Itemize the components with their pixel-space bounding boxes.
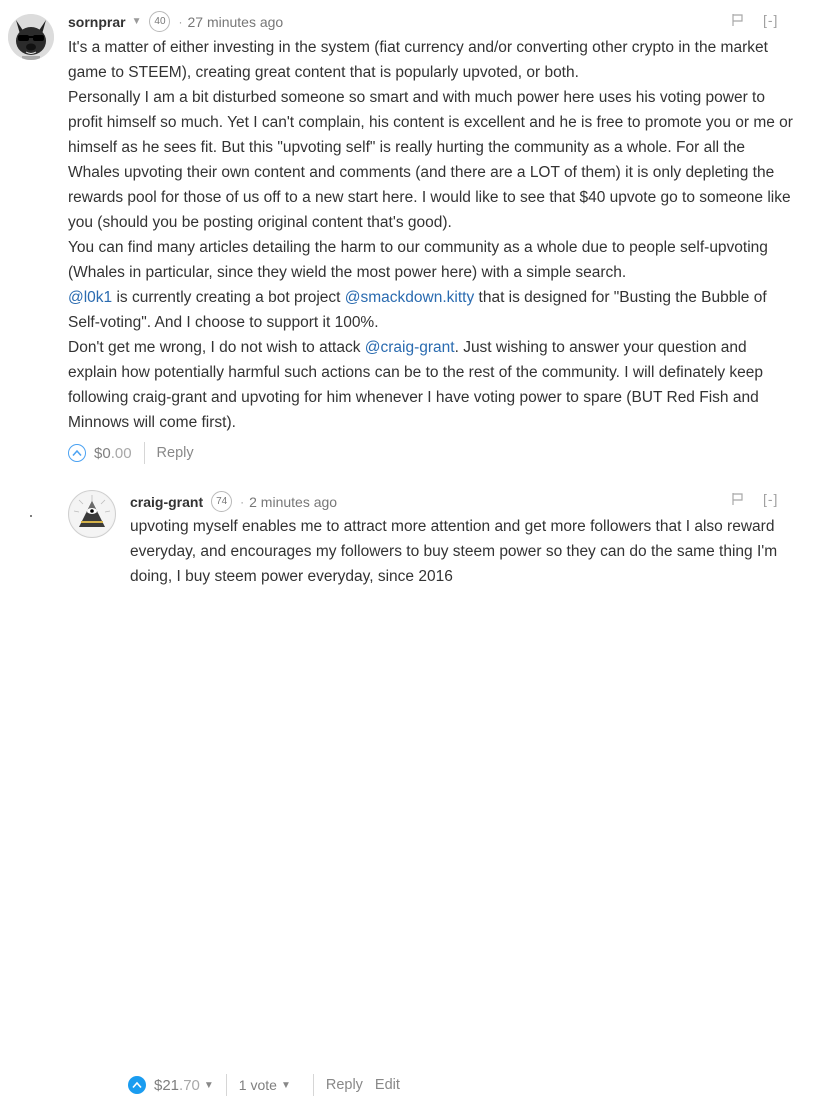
paragraph: Don't get me wrong, I do not wish to att… xyxy=(68,335,793,435)
timestamp[interactable]: 2 minutes ago xyxy=(249,494,337,510)
mention-link[interactable]: @smackdown.kitty xyxy=(345,289,474,306)
flag-icon[interactable] xyxy=(731,13,745,27)
paragraph: Personally I am a bit disturbed someone … xyxy=(68,89,793,231)
divider xyxy=(312,1074,314,1096)
divider xyxy=(225,1074,227,1096)
votes-caret-icon[interactable]: ▼ xyxy=(281,1080,291,1091)
collapse-toggle[interactable]: [-] xyxy=(763,12,778,28)
comment-header: sornprar ▼ 40 · 27 minutes ago xyxy=(68,11,283,32)
payout-dollars: $0 xyxy=(94,444,111,462)
collapse-toggle[interactable]: [-] xyxy=(763,491,778,507)
comment-controls: [-] xyxy=(731,12,778,28)
upvote-button[interactable] xyxy=(128,1076,146,1094)
comment-body: upvoting myself enables me to attract mo… xyxy=(130,514,800,589)
dropdown-caret-icon[interactable]: ▼ xyxy=(132,16,142,27)
author-name[interactable]: sornprar xyxy=(68,14,126,30)
avatar[interactable] xyxy=(68,490,116,538)
author-name[interactable]: craig-grant xyxy=(130,494,203,510)
paragraph: upvoting myself enables me to attract mo… xyxy=(130,518,778,585)
payout-caret-icon[interactable]: ▼ xyxy=(204,1080,214,1091)
payout-dollars: $21 xyxy=(154,1076,180,1094)
comment-footer: $0.00 Reply xyxy=(68,442,206,464)
paragraph: You can find many articles detailing the… xyxy=(68,239,768,281)
vote-count[interactable]: 1 vote xyxy=(239,1077,277,1093)
payout-amount[interactable]: $0.00 xyxy=(94,445,132,462)
separator: · xyxy=(178,14,183,29)
payout-cents: .70 xyxy=(179,1076,200,1094)
text-segment: is currently creating a bot project xyxy=(112,289,345,306)
mention-link[interactable]: @l0k1 xyxy=(68,289,112,306)
mention-link[interactable]: @craig-grant xyxy=(365,339,455,356)
comment-header: craig-grant 74 · 2 minutes ago xyxy=(130,491,337,512)
bullet-dot xyxy=(30,515,32,517)
upvote-icon xyxy=(72,449,82,456)
separator: · xyxy=(240,494,245,509)
comment-controls: [-] xyxy=(731,491,778,507)
pyramid-eye-avatar-icon xyxy=(70,492,114,536)
reputation-badge: 74 xyxy=(211,491,233,512)
reply-link[interactable]: Reply xyxy=(326,1077,363,1093)
dog-avatar-icon xyxy=(8,14,54,60)
reply-link[interactable]: Reply xyxy=(157,445,194,461)
comment-body: It's a matter of either investing in the… xyxy=(68,35,793,435)
comment-footer: $21.70 ▼ 1 vote ▼ Reply Edit xyxy=(128,1074,412,1096)
upvote-button[interactable] xyxy=(68,444,86,462)
payout-cents: .00 xyxy=(110,444,132,462)
upvote-icon xyxy=(132,1081,142,1089)
reputation-badge: 40 xyxy=(149,11,171,32)
divider xyxy=(143,442,145,464)
paragraph: It's a matter of either investing in the… xyxy=(68,39,768,81)
flag-icon[interactable] xyxy=(731,492,745,506)
timestamp[interactable]: 27 minutes ago xyxy=(187,14,283,30)
avatar[interactable] xyxy=(8,14,54,60)
payout-amount[interactable]: $21.70 xyxy=(154,1077,200,1094)
text-segment: Don't get me wrong, I do not wish to att… xyxy=(68,339,365,356)
paragraph: @l0k1 is currently creating a bot projec… xyxy=(68,285,793,335)
edit-link[interactable]: Edit xyxy=(375,1077,400,1093)
